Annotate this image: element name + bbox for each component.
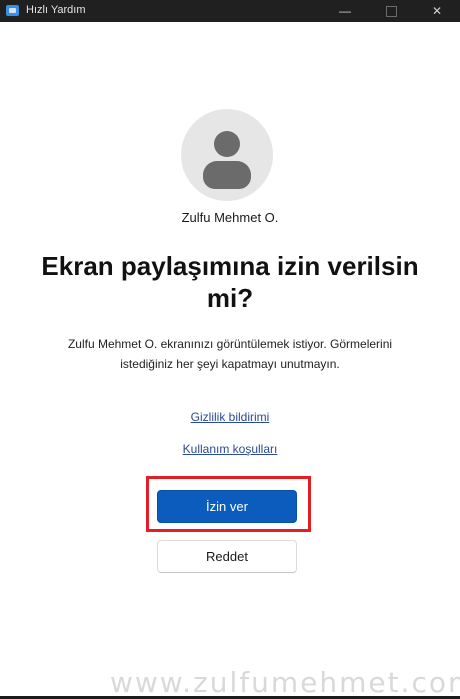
avatar-head [214,131,240,157]
watermark-text: www.zulfumehmet.com [110,666,460,699]
quick-assist-app-icon [6,5,19,16]
privacy-notice-link[interactable]: Gizlilik bildirimi [0,410,460,424]
allow-button[interactable]: İzin ver [157,490,297,523]
description-text: Zulfu Mehmet O. ekranınızı görüntülemek … [67,337,393,371]
close-icon[interactable]: ✕ [414,0,460,22]
minimize-icon[interactable]: — [322,0,368,22]
page-title: Ekran paylaşımına izin verilsin mi? [41,251,419,313]
terms-of-use-link[interactable]: Kullanım koşulları [0,442,460,456]
avatar-icon [181,109,273,201]
title-bar: Hızlı Yardım — ✕ [0,0,460,22]
deny-button[interactable]: Reddet [157,540,297,573]
content-area: Zulfu Mehmet O. Ekran paylaşımına izin v… [0,22,460,699]
window-title: Hızlı Yardım [26,4,86,16]
maximize-icon[interactable] [368,0,414,22]
user-name: Zulfu Mehmet O. [181,210,279,225]
quick-assist-window: Hızlı Yardım — ✕ Zulfu Mehmet O. Ekran p… [0,0,460,699]
avatar-body [203,161,251,189]
